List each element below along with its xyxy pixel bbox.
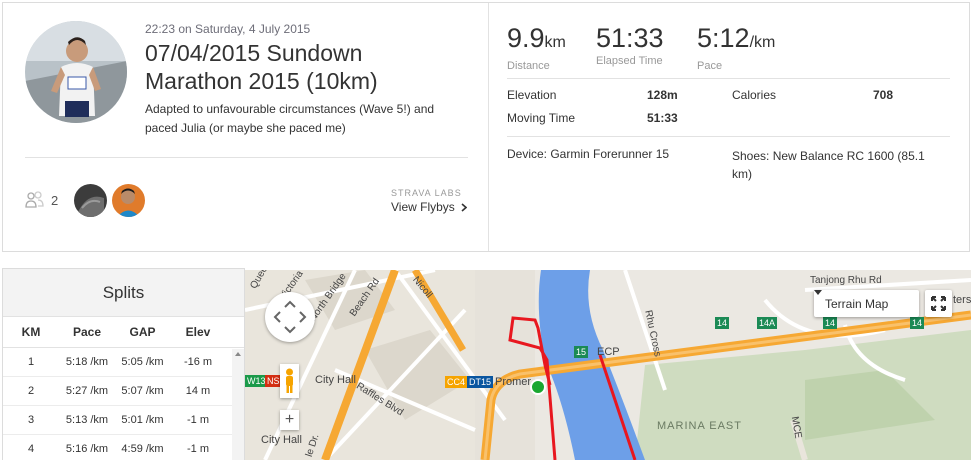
split-gap: 5:05 /km	[121, 356, 164, 368]
fullscreen-icon	[931, 296, 946, 311]
activity-datetime: 22:23 on Saturday, 4 July 2015	[145, 22, 311, 36]
col-km: KM	[21, 325, 41, 339]
route-map[interactable]: Quee Victoria North Bridge Beach Rd Nico…	[245, 270, 971, 460]
chevron-right-icon	[461, 202, 467, 212]
activity-title: 07/04/2015 Sundown Marathon 2015 (10km)	[145, 39, 475, 95]
mrt-cc4-badge: CC4	[445, 376, 468, 388]
divider	[507, 136, 950, 137]
map-label-marina-east: MARINA EAST	[657, 420, 742, 432]
map-label-city-hall: City Hall	[315, 374, 356, 386]
exit-15-badge: 15	[574, 346, 589, 358]
athlete-avatar[interactable]	[25, 21, 127, 123]
elapsed-label: Elapsed Time	[596, 55, 663, 67]
table-row[interactable]: 3 5:13 /km 5:01 /km -1 m	[3, 406, 244, 435]
exit-14a-badge: 14A	[757, 317, 778, 329]
split-elev: 14 m	[185, 385, 211, 397]
splits-header-row: KM Pace GAP Elev	[3, 317, 244, 348]
col-gap: GAP	[129, 325, 156, 339]
map-label-city-hall-2: City Hall	[261, 434, 302, 446]
split-km: 2	[27, 385, 35, 397]
moving-time-value: 51:33	[647, 111, 678, 125]
table-row[interactable]: 1 5:18 /km 5:05 /km -16 m	[3, 348, 244, 377]
fullscreen-button[interactable]	[925, 290, 952, 317]
calories-value: 708	[873, 88, 894, 102]
splits-title: Splits	[3, 269, 244, 317]
kudos-count: 2	[51, 192, 59, 208]
elevation-label: Elevation	[507, 88, 557, 102]
split-pace: 5:13 /km	[65, 414, 109, 426]
calories-label: Calories	[732, 88, 777, 102]
kudos-avatar-2[interactable]	[112, 184, 145, 217]
split-gap: 5:01 /km	[121, 414, 164, 426]
split-gap: 4:59 /km	[121, 443, 164, 455]
view-flybys-link[interactable]: View Flybys	[391, 200, 467, 214]
shoes-info: Shoes: New Balance RC 1600 (85.1 km)	[732, 149, 925, 181]
map-label-shelters: ters	[953, 294, 971, 306]
splits-scrollbar[interactable]	[232, 349, 244, 460]
map-label-ecp: ECP	[597, 346, 620, 358]
split-gap: 5:07 /km	[121, 385, 164, 397]
distance-value: 9.9	[507, 23, 545, 53]
strava-labs-label: STRAVA LABS	[391, 188, 462, 198]
view-flybys-label: View Flybys	[391, 200, 455, 214]
pace-value: 5:12	[697, 23, 750, 53]
map-label-tanjong-rhu: Tanjong Rhu Rd	[810, 275, 882, 286]
divider	[507, 78, 950, 79]
map-label-promenade: Promer	[495, 376, 532, 388]
activity-title-line2: Marathon 2015 (10km)	[145, 68, 378, 94]
splits-panel: Splits KM Pace GAP Elev 1 5:18 /km 5:05 …	[2, 268, 245, 460]
split-elev: -1 m	[187, 443, 209, 455]
activity-summary-card: 22:23 on Saturday, 4 July 2015 07/04/201…	[2, 2, 970, 252]
kudos-icon	[25, 191, 44, 208]
pan-up-icon	[284, 300, 296, 308]
zoom-in-button[interactable]: +	[280, 410, 299, 430]
pace-label: Pace	[697, 60, 723, 72]
split-km: 4	[27, 443, 35, 455]
pan-right-icon	[299, 311, 307, 323]
mrt-dt15-badge: DT15	[467, 376, 494, 388]
col-elev: Elev	[185, 325, 211, 339]
stat-pace: 5:12/km Pace	[697, 22, 775, 72]
split-elev: -16 m	[183, 356, 213, 368]
elapsed-value: 51:33	[596, 23, 664, 53]
distance-unit: km	[544, 34, 566, 51]
table-row[interactable]: 2 5:27 /km 5:07 /km 14 m	[3, 377, 244, 406]
split-km: 3	[27, 414, 35, 426]
street-view-pegman-icon[interactable]	[280, 364, 299, 398]
moving-time-label: Moving Time	[507, 111, 576, 125]
col-pace: Pace	[72, 325, 102, 339]
split-elev: -1 m	[187, 414, 209, 426]
divider	[25, 157, 468, 158]
map-pan-control[interactable]	[265, 292, 315, 342]
device-info: Device: Garmin Forerunner 15	[507, 147, 670, 161]
kudos-avatar-1[interactable]	[74, 184, 107, 217]
scroll-up-icon[interactable]	[235, 352, 241, 356]
pace-unit: /km	[749, 34, 776, 51]
kudos-button[interactable]: 2	[25, 191, 58, 209]
stat-distance: 9.9km Distance	[507, 22, 566, 72]
activity-description: Adapted to unfavourable circumstances (W…	[145, 102, 435, 135]
exit-14b-badge: 14	[823, 317, 838, 329]
map-type-dropdown[interactable]: Terrain Map	[814, 290, 919, 317]
split-pace: 5:16 /km	[65, 443, 109, 455]
pan-down-icon	[284, 326, 296, 334]
caret-down-icon	[814, 290, 822, 295]
elevation-value: 128m	[647, 88, 678, 102]
stat-elapsed-time: 51:33 Elapsed Time	[596, 22, 664, 67]
pan-left-icon	[273, 311, 281, 323]
exit-14c-badge: 14	[910, 317, 925, 329]
vertical-divider	[488, 3, 489, 251]
exit-14-badge: 14	[715, 317, 730, 329]
split-pace: 5:18 /km	[65, 356, 109, 368]
split-pace: 5:27 /km	[65, 385, 109, 397]
activity-title-line1: 07/04/2015 Sundown	[145, 40, 363, 66]
map-type-label: Terrain Map	[825, 296, 889, 311]
table-row[interactable]: 4 5:16 /km 4:59 /km -1 m	[3, 435, 244, 460]
split-km: 1	[27, 356, 35, 368]
distance-label: Distance	[507, 60, 550, 72]
